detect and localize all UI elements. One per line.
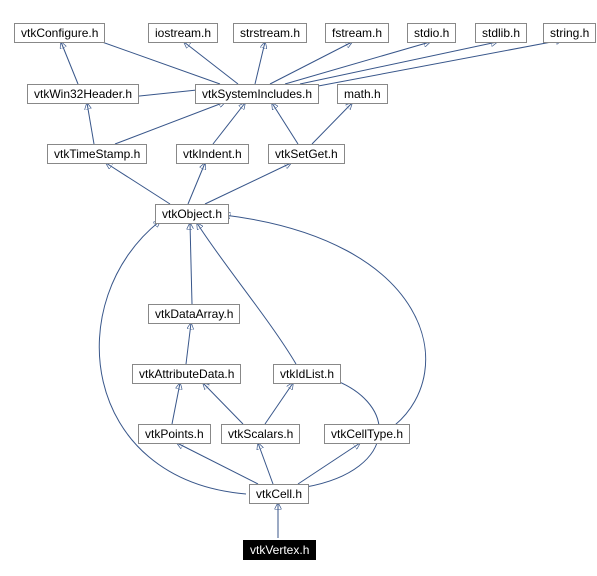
node-fstream[interactable]: fstream.h xyxy=(325,23,389,43)
node-vtkPoints[interactable]: vtkPoints.h xyxy=(138,424,211,444)
node-vtkAttributeData[interactable]: vtkAttributeData.h xyxy=(132,364,241,384)
node-label: vtkAttributeData.h xyxy=(139,367,234,381)
node-stdlib[interactable]: stdlib.h xyxy=(475,23,527,43)
node-label: vtkTimeStamp.h xyxy=(54,147,140,161)
node-math[interactable]: math.h xyxy=(337,84,388,104)
node-vtkIndent[interactable]: vtkIndent.h xyxy=(176,144,249,164)
node-vtkScalars[interactable]: vtkScalars.h xyxy=(221,424,300,444)
node-vtkObject[interactable]: vtkObject.h xyxy=(155,204,229,224)
node-label: stdlib.h xyxy=(482,26,520,40)
node-vtkSystemIncludes[interactable]: vtkSystemIncludes.h xyxy=(195,84,319,104)
node-label: strstream.h xyxy=(240,26,300,40)
node-stdio[interactable]: stdio.h xyxy=(407,23,456,43)
node-vtkCellType[interactable]: vtkCellType.h xyxy=(324,424,410,444)
node-vtkTimeStamp[interactable]: vtkTimeStamp.h xyxy=(47,144,147,164)
node-vtkSetGet[interactable]: vtkSetGet.h xyxy=(268,144,345,164)
node-label: vtkScalars.h xyxy=(228,427,293,441)
node-label: vtkCellType.h xyxy=(331,427,403,441)
node-vtkVertex-root[interactable]: vtkVertex.h xyxy=(243,540,316,560)
node-label: vtkCell.h xyxy=(256,487,302,501)
node-vtkDataArray[interactable]: vtkDataArray.h xyxy=(148,304,240,324)
node-label: vtkDataArray.h xyxy=(155,307,233,321)
node-string[interactable]: string.h xyxy=(543,23,596,43)
node-label: vtkObject.h xyxy=(162,207,222,221)
node-label: vtkSetGet.h xyxy=(275,147,338,161)
node-vtkConfigure[interactable]: vtkConfigure.h xyxy=(14,23,105,43)
node-label: vtkIdList.h xyxy=(280,367,334,381)
node-label: math.h xyxy=(344,87,381,101)
node-vtkIdList[interactable]: vtkIdList.h xyxy=(273,364,341,384)
node-label: vtkSystemIncludes.h xyxy=(202,87,312,101)
node-label: fstream.h xyxy=(332,26,382,40)
node-label: vtkWin32Header.h xyxy=(34,87,132,101)
node-vtkCell[interactable]: vtkCell.h xyxy=(249,484,309,504)
node-label: vtkPoints.h xyxy=(145,427,204,441)
node-label: stdio.h xyxy=(414,26,449,40)
node-label: string.h xyxy=(550,26,589,40)
node-vtkWin32Header[interactable]: vtkWin32Header.h xyxy=(27,84,139,104)
node-strstream[interactable]: strstream.h xyxy=(233,23,307,43)
node-label: vtkVertex.h xyxy=(250,543,309,557)
node-label: iostream.h xyxy=(155,26,211,40)
node-iostream[interactable]: iostream.h xyxy=(148,23,218,43)
node-label: vtkConfigure.h xyxy=(21,26,98,40)
node-label: vtkIndent.h xyxy=(183,147,242,161)
